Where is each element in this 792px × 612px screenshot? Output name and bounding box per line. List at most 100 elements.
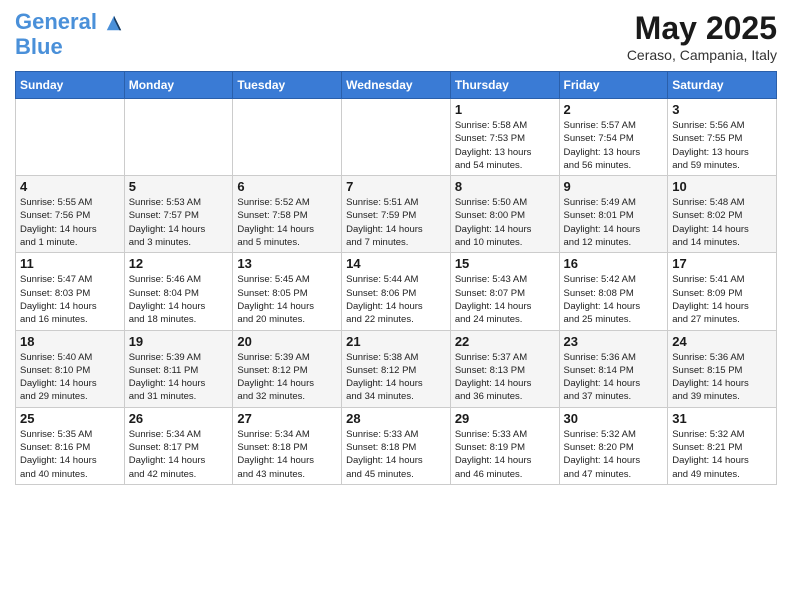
calendar-cell: 26 Sunrise: 5:34 AMSunset: 8:17 PMDayligh… [124,407,233,484]
calendar-cell: 4 Sunrise: 5:55 AMSunset: 7:56 PMDaylight… [16,176,125,253]
day-info: Sunrise: 5:32 AMSunset: 8:21 PMDaylight:… [672,428,772,481]
day-number: 6 [237,179,337,194]
calendar-header-saturday: Saturday [668,72,777,99]
day-info: Sunrise: 5:48 AMSunset: 8:02 PMDaylight:… [672,196,772,249]
calendar-week-1: 1Sunrise: 5:58 AMSunset: 7:53 PMDaylight… [16,99,777,176]
calendar-cell: 23Sunrise: 5:36 AMSunset: 8:14 PMDayligh… [559,330,668,407]
calendar-cell: 2 Sunrise: 5:57 AMSunset: 7:54 PMDaylight… [559,99,668,176]
day-info: Sunrise: 5:36 AMSunset: 8:14 PMDaylight:… [564,351,664,404]
day-info: Sunrise: 5:40 AMSunset: 8:10 PMDaylight:… [20,351,120,404]
day-info: Sunrise: 5:50 AMSunset: 8:00 PMDaylight:… [455,196,555,249]
day-number: 16 [564,256,664,271]
day-info: Sunrise: 5:42 AMSunset: 8:08 PMDaylight:… [564,273,664,326]
calendar-week-2: 4 Sunrise: 5:55 AMSunset: 7:56 PMDaylight… [16,176,777,253]
calendar-header-monday: Monday [124,72,233,99]
day-number: 31 [672,411,772,426]
calendar-cell: 21 Sunrise: 5:38 AMSunset: 8:12 PMDayligh… [342,330,451,407]
day-number: 8 [455,179,555,194]
day-number: 20 [237,334,337,349]
day-number: 3 [672,102,772,117]
day-number: 30 [564,411,664,426]
day-info: Sunrise: 5:33 AMSunset: 8:19 PMDaylight:… [455,428,555,481]
calendar-cell: 10 Sunrise: 5:48 AMSunset: 8:02 PMDayligh… [668,176,777,253]
day-info: Sunrise: 5:53 AMSunset: 7:57 PMDaylight:… [129,196,229,249]
day-number: 25 [20,411,120,426]
calendar-cell: 6 Sunrise: 5:52 AMSunset: 7:58 PMDaylight… [233,176,342,253]
day-info: Sunrise: 5:38 AMSunset: 8:12 PMDaylight:… [346,351,446,404]
header: General Blue May 2025 Ceraso, Campania, … [15,10,777,63]
calendar-cell [233,99,342,176]
month-title: May 2025 [627,10,777,47]
day-info: Sunrise: 5:41 AMSunset: 8:09 PMDaylight:… [672,273,772,326]
title-block: May 2025 Ceraso, Campania, Italy [627,10,777,63]
calendar-header-tuesday: Tuesday [233,72,342,99]
day-number: 7 [346,179,446,194]
calendar-cell: 27Sunrise: 5:34 AMSunset: 8:18 PMDayligh… [233,407,342,484]
logo-icon [105,14,123,32]
day-number: 17 [672,256,772,271]
day-info: Sunrise: 5:57 AMSunset: 7:54 PMDaylight:… [564,119,664,172]
day-number: 22 [455,334,555,349]
calendar-week-4: 18 Sunrise: 5:40 AMSunset: 8:10 PMDayligh… [16,330,777,407]
calendar-cell: 17 Sunrise: 5:41 AMSunset: 8:09 PMDayligh… [668,253,777,330]
day-info: Sunrise: 5:51 AMSunset: 7:59 PMDaylight:… [346,196,446,249]
day-number: 18 [20,334,120,349]
day-info: Sunrise: 5:33 AMSunset: 8:18 PMDaylight:… [346,428,446,481]
day-number: 1 [455,102,555,117]
calendar-cell: 16 Sunrise: 5:42 AMSunset: 8:08 PMDayligh… [559,253,668,330]
calendar-cell: 15 Sunrise: 5:43 AMSunset: 8:07 PMDayligh… [450,253,559,330]
calendar-cell: 19Sunrise: 5:39 AMSunset: 8:11 PMDayligh… [124,330,233,407]
day-number: 13 [237,256,337,271]
calendar-cell [124,99,233,176]
calendar-header-sunday: Sunday [16,72,125,99]
calendar-cell: 1Sunrise: 5:58 AMSunset: 7:53 PMDaylight… [450,99,559,176]
calendar-header-wednesday: Wednesday [342,72,451,99]
calendar-cell: 24Sunrise: 5:36 AMSunset: 8:15 PMDayligh… [668,330,777,407]
day-number: 26 [129,411,229,426]
calendar-header-thursday: Thursday [450,72,559,99]
day-number: 2 [564,102,664,117]
calendar-cell [342,99,451,176]
day-number: 24 [672,334,772,349]
day-info: Sunrise: 5:32 AMSunset: 8:20 PMDaylight:… [564,428,664,481]
day-info: Sunrise: 5:34 AMSunset: 8:17 PMDaylight:… [129,428,229,481]
logo-text: General [15,10,123,34]
calendar-cell: 3 Sunrise: 5:56 AMSunset: 7:55 PMDaylight… [668,99,777,176]
day-info: Sunrise: 5:43 AMSunset: 8:07 PMDaylight:… [455,273,555,326]
day-info: Sunrise: 5:34 AMSunset: 8:18 PMDaylight:… [237,428,337,481]
day-number: 29 [455,411,555,426]
day-info: Sunrise: 5:56 AMSunset: 7:55 PMDaylight:… [672,119,772,172]
day-info: Sunrise: 5:55 AMSunset: 7:56 PMDaylight:… [20,196,120,249]
calendar: SundayMondayTuesdayWednesdayThursdayFrid… [15,71,777,485]
day-info: Sunrise: 5:46 AMSunset: 8:04 PMDaylight:… [129,273,229,326]
day-number: 21 [346,334,446,349]
calendar-cell: 9Sunrise: 5:49 AMSunset: 8:01 PMDaylight… [559,176,668,253]
logo: General Blue [15,10,123,60]
day-number: 15 [455,256,555,271]
calendar-header-row: SundayMondayTuesdayWednesdayThursdayFrid… [16,72,777,99]
calendar-header-friday: Friday [559,72,668,99]
day-number: 19 [129,334,229,349]
calendar-cell: 18 Sunrise: 5:40 AMSunset: 8:10 PMDayligh… [16,330,125,407]
day-number: 4 [20,179,120,194]
calendar-cell: 7 Sunrise: 5:51 AMSunset: 7:59 PMDaylight… [342,176,451,253]
day-number: 14 [346,256,446,271]
day-number: 28 [346,411,446,426]
day-number: 10 [672,179,772,194]
day-info: Sunrise: 5:52 AMSunset: 7:58 PMDaylight:… [237,196,337,249]
day-number: 12 [129,256,229,271]
day-info: Sunrise: 5:44 AMSunset: 8:06 PMDaylight:… [346,273,446,326]
subtitle: Ceraso, Campania, Italy [627,47,777,63]
calendar-week-5: 25 Sunrise: 5:35 AMSunset: 8:16 PMDayligh… [16,407,777,484]
day-info: Sunrise: 5:39 AMSunset: 8:12 PMDaylight:… [237,351,337,404]
calendar-cell: 30 Sunrise: 5:32 AMSunset: 8:20 PMDayligh… [559,407,668,484]
day-info: Sunrise: 5:49 AMSunset: 8:01 PMDaylight:… [564,196,664,249]
day-info: Sunrise: 5:45 AMSunset: 8:05 PMDaylight:… [237,273,337,326]
day-info: Sunrise: 5:35 AMSunset: 8:16 PMDaylight:… [20,428,120,481]
calendar-week-3: 11Sunrise: 5:47 AMSunset: 8:03 PMDayligh… [16,253,777,330]
logo-blue: Blue [15,34,123,60]
calendar-cell: 22Sunrise: 5:37 AMSunset: 8:13 PMDayligh… [450,330,559,407]
calendar-cell [16,99,125,176]
calendar-cell: 8 Sunrise: 5:50 AMSunset: 8:00 PMDaylight… [450,176,559,253]
day-info: Sunrise: 5:47 AMSunset: 8:03 PMDaylight:… [20,273,120,326]
